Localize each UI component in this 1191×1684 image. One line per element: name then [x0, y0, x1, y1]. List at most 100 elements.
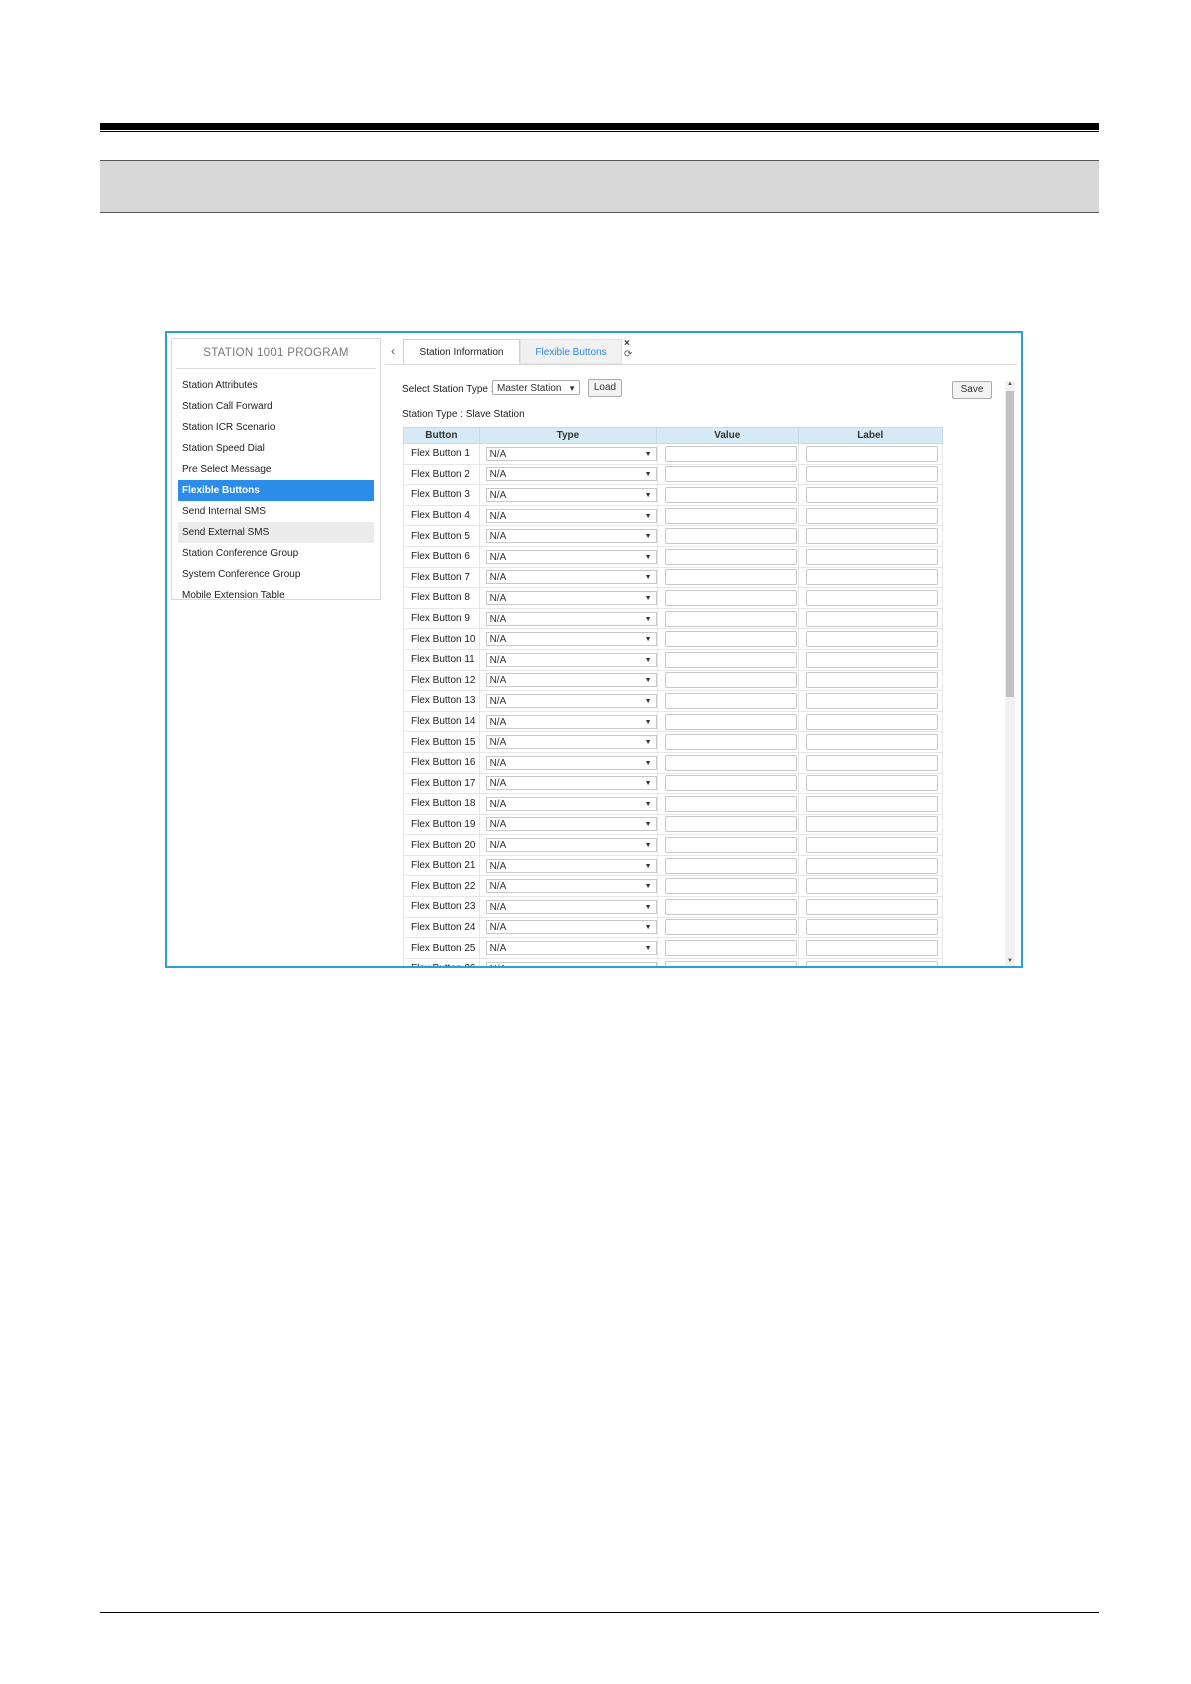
label-input[interactable] — [805, 734, 938, 751]
type-select[interactable]: N/A ▼ — [485, 446, 657, 461]
type-select[interactable]: N/A ▼ — [485, 838, 657, 853]
type-select[interactable]: N/A ▼ — [485, 611, 657, 626]
sidebar-item-send-internal-sms[interactable]: Send Internal SMS — [178, 501, 374, 522]
sidebar-item-station-icr-scenario[interactable]: Station ICR Scenario — [178, 417, 374, 438]
value-input[interactable] — [664, 919, 797, 936]
value-input[interactable] — [664, 486, 797, 503]
scroll-down-icon[interactable]: ▼ — [1005, 958, 1015, 966]
sidebar-item-mobile-extension-table[interactable]: Mobile Extension Table — [178, 585, 374, 606]
label-input[interactable] — [805, 713, 938, 730]
scrollbar[interactable]: ▲ ▼ — [1005, 381, 1015, 966]
value-input[interactable] — [664, 960, 797, 966]
label-input[interactable] — [805, 569, 938, 586]
value-input[interactable] — [664, 672, 797, 689]
label-input[interactable] — [805, 548, 938, 565]
value-input[interactable] — [664, 569, 797, 586]
label-input[interactable] — [805, 816, 938, 833]
type-select[interactable]: N/A ▼ — [485, 570, 657, 585]
type-select[interactable]: N/A ▼ — [485, 693, 657, 708]
chevron-left-icon[interactable]: ‹ — [391, 344, 395, 358]
value-input[interactable] — [664, 713, 797, 730]
value-input[interactable] — [664, 816, 797, 833]
type-select[interactable]: N/A ▼ — [485, 467, 657, 482]
label-input[interactable] — [805, 610, 938, 627]
value-input[interactable] — [664, 775, 797, 792]
value-input[interactable] — [664, 754, 797, 771]
label-input[interactable] — [805, 837, 938, 854]
label-input[interactable] — [805, 857, 938, 874]
value-input[interactable] — [664, 692, 797, 709]
type-select[interactable]: N/A ▼ — [485, 549, 657, 564]
value-input[interactable] — [664, 940, 797, 957]
label-input[interactable] — [805, 960, 938, 966]
type-select[interactable]: N/A ▼ — [485, 529, 657, 544]
value-input[interactable] — [664, 507, 797, 524]
label-input[interactable] — [805, 507, 938, 524]
tab-station-information[interactable]: Station Information — [403, 339, 520, 364]
label-input[interactable] — [805, 692, 938, 709]
value-input[interactable] — [664, 734, 797, 751]
close-icon[interactable]: × — [624, 338, 630, 349]
label-input[interactable] — [805, 754, 938, 771]
sidebar-item-pre-select-message[interactable]: Pre Select Message — [178, 459, 374, 480]
type-select[interactable]: N/A ▼ — [485, 590, 657, 605]
refresh-icon[interactable]: ⟳ — [624, 349, 632, 360]
label-input[interactable] — [805, 528, 938, 545]
station-type-select[interactable]: Master Station ▼ — [492, 380, 580, 395]
type-select[interactable]: N/A ▼ — [485, 817, 657, 832]
save-button[interactable]: Save — [952, 381, 992, 399]
label-input[interactable] — [805, 486, 938, 503]
label-input[interactable] — [805, 631, 938, 648]
label-input[interactable] — [805, 589, 938, 606]
type-select[interactable]: N/A ▼ — [485, 632, 657, 647]
value-input[interactable] — [664, 837, 797, 854]
label-input[interactable] — [805, 445, 938, 462]
type-select[interactable]: N/A ▼ — [485, 920, 657, 935]
type-select[interactable]: N/A ▼ — [485, 941, 657, 956]
label-input[interactable] — [805, 795, 938, 812]
sidebar-item-flexible-buttons[interactable]: Flexible Buttons — [178, 480, 374, 501]
value-input[interactable] — [664, 651, 797, 668]
type-select[interactable]: N/A ▼ — [485, 961, 657, 966]
type-select[interactable]: N/A ▼ — [485, 508, 657, 523]
value-input[interactable] — [664, 466, 797, 483]
value-input[interactable] — [664, 878, 797, 895]
type-select[interactable]: N/A ▼ — [485, 776, 657, 791]
label-input[interactable] — [805, 651, 938, 668]
type-select[interactable]: N/A ▼ — [485, 652, 657, 667]
type-select[interactable]: N/A ▼ — [485, 487, 657, 502]
type-select[interactable]: N/A ▼ — [485, 879, 657, 894]
value-input[interactable] — [664, 631, 797, 648]
type-select[interactable]: N/A ▼ — [485, 673, 657, 688]
type-select[interactable]: N/A ▼ — [485, 755, 657, 770]
value-input[interactable] — [664, 589, 797, 606]
label-input[interactable] — [805, 898, 938, 915]
label-input[interactable] — [805, 672, 938, 689]
scroll-thumb[interactable] — [1006, 391, 1014, 697]
value-input[interactable] — [664, 898, 797, 915]
label-input[interactable] — [805, 775, 938, 792]
sidebar-item-send-external-sms[interactable]: Send External SMS — [178, 522, 374, 543]
tab-flexible-buttons[interactable]: Flexible Buttons — [520, 339, 622, 364]
value-input[interactable] — [664, 857, 797, 874]
label-input[interactable] — [805, 919, 938, 936]
type-select[interactable]: N/A ▼ — [485, 714, 657, 729]
sidebar-item-system-conference-group[interactable]: System Conference Group — [178, 564, 374, 585]
type-select[interactable]: N/A ▼ — [485, 796, 657, 811]
type-select[interactable]: N/A ▼ — [485, 899, 657, 914]
load-button[interactable]: Load — [588, 379, 622, 397]
type-select[interactable]: N/A ▼ — [485, 858, 657, 873]
label-input[interactable] — [805, 466, 938, 483]
value-input[interactable] — [664, 445, 797, 462]
sidebar-item-station-attributes[interactable]: Station Attributes — [178, 375, 374, 396]
value-input[interactable] — [664, 795, 797, 812]
scroll-up-icon[interactable]: ▲ — [1005, 381, 1015, 389]
value-input[interactable] — [664, 610, 797, 627]
label-input[interactable] — [805, 878, 938, 895]
sidebar-item-station-speed-dial[interactable]: Station Speed Dial — [178, 438, 374, 459]
type-select[interactable]: N/A ▼ — [485, 735, 657, 750]
label-input[interactable] — [805, 940, 938, 957]
value-input[interactable] — [664, 548, 797, 565]
sidebar-item-station-conference-group[interactable]: Station Conference Group — [178, 543, 374, 564]
sidebar-item-station-call-forward[interactable]: Station Call Forward — [178, 396, 374, 417]
